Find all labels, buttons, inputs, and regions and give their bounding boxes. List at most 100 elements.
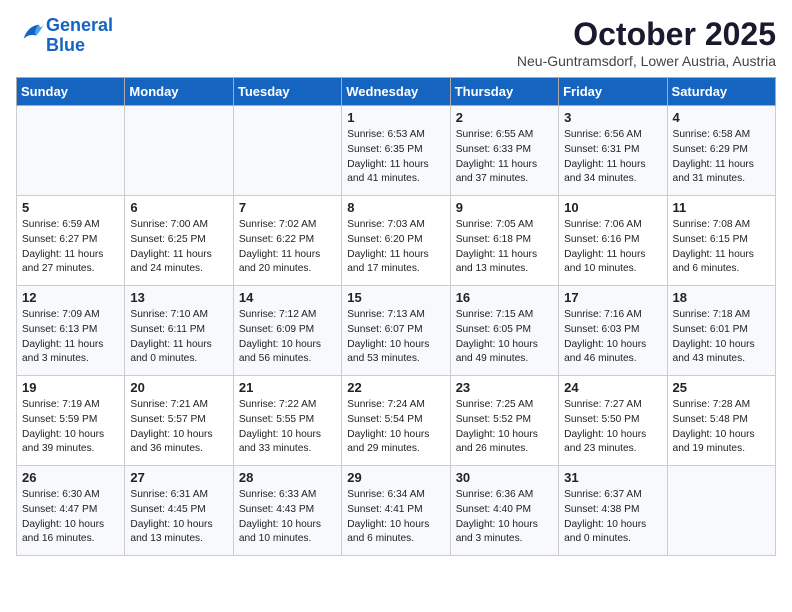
weekday-header-cell: Sunday [17, 78, 125, 106]
calendar-cell: 21 Sunrise: 7:22 AM Sunset: 5:55 PM Dayli… [233, 376, 341, 466]
cell-sun-info: Sunrise: 7:08 AM Sunset: 6:15 PM Dayligh… [673, 218, 770, 277]
title-area: October 2025 Neu-Guntramsdorf, Lower Aus… [517, 16, 776, 69]
calendar-cell [233, 106, 341, 196]
cell-sun-info: Sunrise: 7:09 AM Sunset: 6:13 PM Dayligh… [22, 308, 119, 367]
cell-sun-info: Sunrise: 7:13 AM Sunset: 6:07 PM Dayligh… [347, 308, 444, 367]
calendar-week-row: 26 Sunrise: 6:30 AM Sunset: 4:47 PM Dayli… [17, 466, 776, 556]
calendar-cell: 17Sunrise: 7:16 AM Sunset: 6:03 PM Dayli… [559, 286, 667, 376]
day-number: 23 [456, 380, 553, 395]
weekday-header-cell: Monday [125, 78, 233, 106]
cell-sun-info: Sunrise: 6:53 AM Sunset: 6:35 PM Dayligh… [347, 128, 444, 187]
day-number: 29 [347, 470, 444, 485]
cell-sun-info: Sunrise: 7:15 AM Sunset: 6:05 PM Dayligh… [456, 308, 553, 367]
calendar-cell: 20 Sunrise: 7:21 AM Sunset: 5:57 PM Dayli… [125, 376, 233, 466]
calendar-cell: 30Sunrise: 6:36 AM Sunset: 4:40 PM Dayli… [450, 466, 558, 556]
cell-sun-info: Sunrise: 7:22 AM Sunset: 5:55 PM Dayligh… [239, 398, 336, 457]
day-number: 9 [456, 200, 553, 215]
weekday-header-row: SundayMondayTuesdayWednesdayThursdayFrid… [17, 78, 776, 106]
day-number: 16 [456, 290, 553, 305]
cell-sun-info: Sunrise: 6:55 AM Sunset: 6:33 PM Dayligh… [456, 128, 553, 187]
day-number: 25 [673, 380, 770, 395]
cell-sun-info: Sunrise: 7:03 AM Sunset: 6:20 PM Dayligh… [347, 218, 444, 277]
calendar-cell: 22 Sunrise: 7:24 AM Sunset: 5:54 PM Dayli… [342, 376, 450, 466]
day-number: 15 [347, 290, 444, 305]
day-number: 21 [239, 380, 336, 395]
cell-sun-info: Sunrise: 6:31 AM Sunset: 4:45 PM Dayligh… [130, 488, 227, 547]
day-number: 26 [22, 470, 119, 485]
calendar-cell: 13Sunrise: 7:10 AM Sunset: 6:11 PM Dayli… [125, 286, 233, 376]
day-number: 31 [564, 470, 661, 485]
weekday-header-cell: Friday [559, 78, 667, 106]
calendar-cell: 4Sunrise: 6:58 AM Sunset: 6:29 PM Daylig… [667, 106, 775, 196]
cell-sun-info: Sunrise: 6:59 AM Sunset: 6:27 PM Dayligh… [22, 218, 119, 277]
cell-sun-info: Sunrise: 6:36 AM Sunset: 4:40 PM Dayligh… [456, 488, 553, 547]
cell-sun-info: Sunrise: 7:02 AM Sunset: 6:22 PM Dayligh… [239, 218, 336, 277]
day-number: 6 [130, 200, 227, 215]
day-number: 1 [347, 110, 444, 125]
cell-sun-info: Sunrise: 7:21 AM Sunset: 5:57 PM Dayligh… [130, 398, 227, 457]
day-number: 17 [564, 290, 661, 305]
calendar-table: SundayMondayTuesdayWednesdayThursdayFrid… [16, 77, 776, 556]
day-number: 19 [22, 380, 119, 395]
weekday-header-cell: Wednesday [342, 78, 450, 106]
location-subtitle: Neu-Guntramsdorf, Lower Austria, Austria [517, 53, 776, 69]
calendar-cell: 19 Sunrise: 7:19 AM Sunset: 5:59 PM Dayli… [17, 376, 125, 466]
calendar-cell: 10 Sunrise: 7:06 AM Sunset: 6:16 PM Dayli… [559, 196, 667, 286]
calendar-cell: 28Sunrise: 6:33 AM Sunset: 4:43 PM Dayli… [233, 466, 341, 556]
day-number: 2 [456, 110, 553, 125]
day-number: 13 [130, 290, 227, 305]
calendar-cell: 14Sunrise: 7:12 AM Sunset: 6:09 PM Dayli… [233, 286, 341, 376]
calendar-cell: 8Sunrise: 7:03 AM Sunset: 6:20 PM Daylig… [342, 196, 450, 286]
calendar-cell: 25 Sunrise: 7:28 AM Sunset: 5:48 PM Dayli… [667, 376, 775, 466]
cell-sun-info: Sunrise: 7:24 AM Sunset: 5:54 PM Dayligh… [347, 398, 444, 457]
day-number: 7 [239, 200, 336, 215]
calendar-cell: 29 Sunrise: 6:34 AM Sunset: 4:41 PM Dayli… [342, 466, 450, 556]
cell-sun-info: Sunrise: 6:37 AM Sunset: 4:38 PM Dayligh… [564, 488, 661, 547]
cell-sun-info: Sunrise: 6:34 AM Sunset: 4:41 PM Dayligh… [347, 488, 444, 547]
calendar-cell: 7 Sunrise: 7:02 AM Sunset: 6:22 PM Daylig… [233, 196, 341, 286]
calendar-cell: 23 Sunrise: 7:25 AM Sunset: 5:52 PM Dayli… [450, 376, 558, 466]
day-number: 18 [673, 290, 770, 305]
calendar-cell: 18 Sunrise: 7:18 AM Sunset: 6:01 PM Dayli… [667, 286, 775, 376]
logo-icon [18, 19, 46, 47]
calendar-cell: 27Sunrise: 6:31 AM Sunset: 4:45 PM Dayli… [125, 466, 233, 556]
day-number: 22 [347, 380, 444, 395]
calendar-cell: 1 Sunrise: 6:53 AM Sunset: 6:35 PM Daylig… [342, 106, 450, 196]
calendar-cell: 12Sunrise: 7:09 AM Sunset: 6:13 PM Dayli… [17, 286, 125, 376]
cell-sun-info: Sunrise: 7:19 AM Sunset: 5:59 PM Dayligh… [22, 398, 119, 457]
calendar-cell: 6Sunrise: 7:00 AM Sunset: 6:25 PM Daylig… [125, 196, 233, 286]
cell-sun-info: Sunrise: 6:33 AM Sunset: 4:43 PM Dayligh… [239, 488, 336, 547]
calendar-week-row: 12Sunrise: 7:09 AM Sunset: 6:13 PM Dayli… [17, 286, 776, 376]
calendar-cell [125, 106, 233, 196]
cell-sun-info: Sunrise: 6:58 AM Sunset: 6:29 PM Dayligh… [673, 128, 770, 187]
cell-sun-info: Sunrise: 7:25 AM Sunset: 5:52 PM Dayligh… [456, 398, 553, 457]
day-number: 10 [564, 200, 661, 215]
day-number: 20 [130, 380, 227, 395]
cell-sun-info: Sunrise: 6:30 AM Sunset: 4:47 PM Dayligh… [22, 488, 119, 547]
cell-sun-info: Sunrise: 6:56 AM Sunset: 6:31 PM Dayligh… [564, 128, 661, 187]
calendar-cell: 26 Sunrise: 6:30 AM Sunset: 4:47 PM Dayli… [17, 466, 125, 556]
day-number: 24 [564, 380, 661, 395]
calendar-week-row: 19 Sunrise: 7:19 AM Sunset: 5:59 PM Dayli… [17, 376, 776, 466]
cell-sun-info: Sunrise: 7:05 AM Sunset: 6:18 PM Dayligh… [456, 218, 553, 277]
day-number: 3 [564, 110, 661, 125]
day-number: 11 [673, 200, 770, 215]
logo: General Blue [16, 16, 113, 56]
cell-sun-info: Sunrise: 7:06 AM Sunset: 6:16 PM Dayligh… [564, 218, 661, 277]
month-title: October 2025 [517, 16, 776, 53]
cell-sun-info: Sunrise: 7:27 AM Sunset: 5:50 PM Dayligh… [564, 398, 661, 457]
weekday-header-cell: Saturday [667, 78, 775, 106]
calendar-cell: 11 Sunrise: 7:08 AM Sunset: 6:15 PM Dayli… [667, 196, 775, 286]
calendar-cell [17, 106, 125, 196]
cell-sun-info: Sunrise: 7:28 AM Sunset: 5:48 PM Dayligh… [673, 398, 770, 457]
logo-text: General Blue [46, 16, 113, 56]
calendar-cell: 31 Sunrise: 6:37 AM Sunset: 4:38 PM Dayli… [559, 466, 667, 556]
calendar-week-row: 1 Sunrise: 6:53 AM Sunset: 6:35 PM Daylig… [17, 106, 776, 196]
calendar-week-row: 5Sunrise: 6:59 AM Sunset: 6:27 PM Daylig… [17, 196, 776, 286]
day-number: 14 [239, 290, 336, 305]
calendar-cell: 9 Sunrise: 7:05 AM Sunset: 6:18 PM Daylig… [450, 196, 558, 286]
weekday-header-cell: Thursday [450, 78, 558, 106]
calendar-cell: 2 Sunrise: 6:55 AM Sunset: 6:33 PM Daylig… [450, 106, 558, 196]
calendar-body: 1 Sunrise: 6:53 AM Sunset: 6:35 PM Daylig… [17, 106, 776, 556]
cell-sun-info: Sunrise: 7:18 AM Sunset: 6:01 PM Dayligh… [673, 308, 770, 367]
